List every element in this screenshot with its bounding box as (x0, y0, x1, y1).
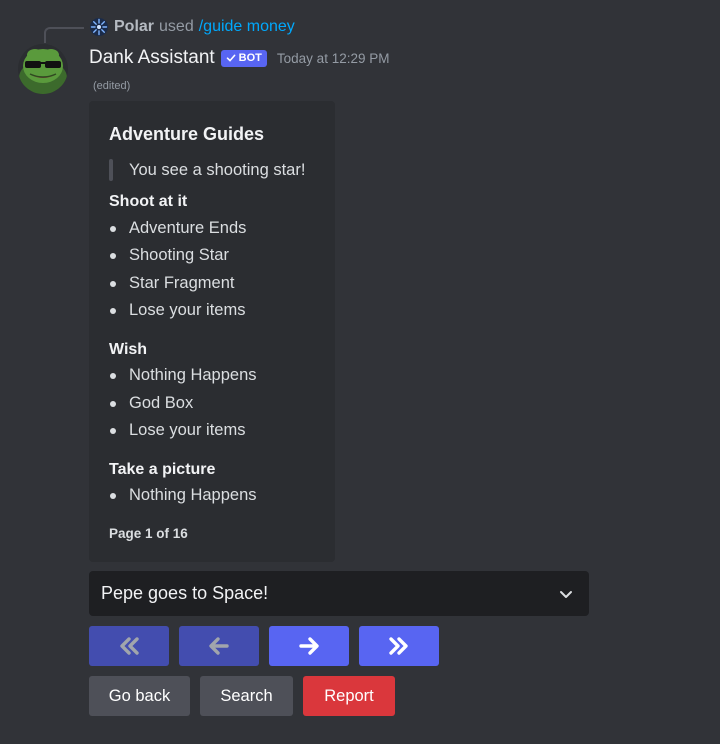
bullet-dot (110, 372, 116, 379)
next-page-button[interactable] (269, 626, 349, 666)
list-item-text: Star Fragment (129, 274, 235, 292)
search-button[interactable]: Search (200, 676, 293, 716)
arrow-right-icon (299, 637, 319, 655)
adventure-select[interactable]: Pepe goes to Space! (89, 571, 589, 616)
reply-used-text: used (159, 18, 194, 35)
list-item: Lose your items (109, 421, 245, 440)
section-title: Wish (109, 341, 148, 358)
bullet-dot (110, 225, 116, 232)
reply-connector (44, 27, 84, 43)
list-item-text: Nothing Happens (129, 486, 257, 504)
section-title: Take a picture (109, 461, 216, 478)
reply-username[interactable]: Polar (114, 18, 154, 36)
select-value: Pepe goes to Space! (101, 583, 269, 603)
bullet-dot (110, 280, 116, 287)
quote-bar (109, 159, 113, 181)
chevron-down-icon (557, 585, 575, 603)
bullet-dot (110, 252, 116, 259)
previous-page-button[interactable] (179, 626, 259, 666)
list-item-text: Nothing Happens (129, 366, 257, 384)
bot-tag: BOT (220, 49, 267, 67)
arrow-left-icon (209, 637, 229, 655)
polar-avatar-icon[interactable] (89, 17, 109, 37)
bullet-dot (110, 427, 116, 434)
bot-tag-label: BOT (238, 52, 262, 64)
last-page-button[interactable] (359, 626, 439, 666)
username[interactable]: Dank Assistant (89, 47, 215, 69)
bullet-dot (110, 492, 116, 499)
list-item-text: Lose your items (129, 421, 246, 439)
go-back-button[interactable]: Go back (89, 676, 190, 716)
avatar[interactable] (18, 44, 68, 94)
list-item: God Box (109, 394, 193, 413)
pepe-avatar-icon (18, 44, 68, 94)
reply-context: Polar used /guide money (89, 17, 295, 37)
edited-indicator: (edited) (93, 80, 131, 92)
list-item-text: Adventure Ends (129, 219, 247, 237)
bullet-dot (110, 307, 116, 314)
double-left-icon (120, 637, 139, 655)
message-header: Dank Assistant BOT Today at 12:29 PM (89, 46, 389, 70)
embed-card: Adventure Guides You see a shooting star… (89, 101, 335, 562)
embed-title: Adventure Guides (109, 124, 265, 144)
check-icon (226, 54, 236, 62)
list-item-text: Lose your items (129, 301, 246, 319)
bullet-dot (110, 400, 116, 407)
list-item: Star Fragment (109, 274, 234, 293)
list-item-text: Shooting Star (129, 246, 229, 264)
section-title: Shoot at it (109, 193, 188, 210)
list-item: Shooting Star (109, 246, 229, 265)
report-button[interactable]: Report (303, 676, 395, 716)
quote-text: You see a shooting star! (129, 160, 306, 179)
reply-command[interactable]: /guide money (199, 18, 295, 36)
list-item-text: God Box (129, 394, 194, 412)
list-item: Lose your items (109, 301, 245, 320)
list-item: Nothing Happens (109, 366, 257, 385)
timestamp[interactable]: Today at 12:29 PM (277, 51, 390, 66)
double-right-icon (389, 637, 408, 655)
list-item: Adventure Ends (109, 219, 246, 238)
list-item: Nothing Happens (109, 486, 257, 505)
first-page-button[interactable] (89, 626, 169, 666)
page-indicator: Page 1 of 16 (109, 526, 188, 541)
embed-quote: You see a shooting star! (109, 159, 305, 181)
